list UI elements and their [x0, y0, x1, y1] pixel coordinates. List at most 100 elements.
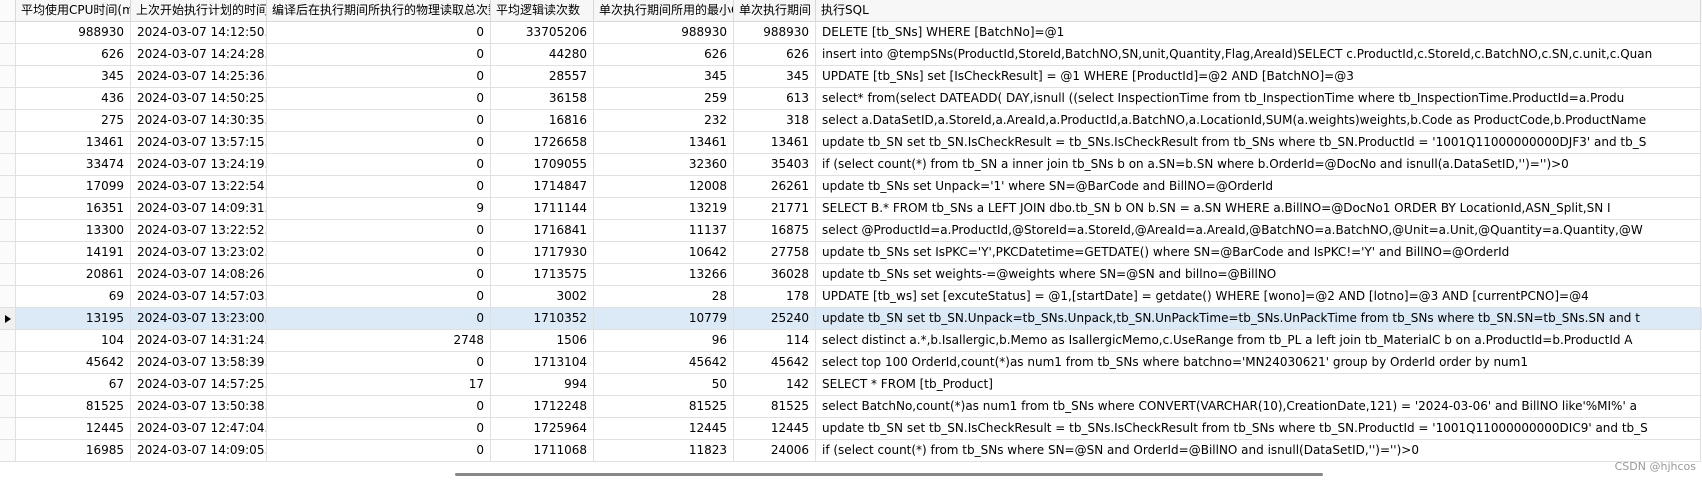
table-cell[interactable]: DELETE [tb_SNs] WHERE [BatchNo]=@1	[816, 22, 1701, 44]
table-row[interactable]: 815252024-03-07 13:50:38.770017122488152…	[0, 396, 1702, 418]
table-cell[interactable]: update tb_SN set tb_SN.IsCheckResult = t…	[816, 132, 1701, 154]
table-cell[interactable]: 2024-03-07 13:50:38.770	[131, 396, 267, 418]
table-cell[interactable]: select top 100 OrderId,count(*)as num1 f…	[816, 352, 1701, 374]
row-selector[interactable]	[0, 22, 16, 44]
table-cell[interactable]: 2024-03-07 13:57:15.307	[131, 132, 267, 154]
row-selector[interactable]	[0, 396, 16, 418]
table-cell[interactable]: 0	[267, 44, 491, 66]
table-row[interactable]: 163512024-03-07 14:09:31.647917111441321…	[0, 198, 1702, 220]
table-cell[interactable]: 13461	[16, 132, 131, 154]
table-cell[interactable]: 0	[267, 440, 491, 462]
table-cell[interactable]: 11137	[594, 220, 734, 242]
table-cell[interactable]: 0	[267, 66, 491, 88]
table-cell[interactable]: 2024-03-07 13:22:52.320	[131, 220, 267, 242]
table-cell[interactable]: 10779	[594, 308, 734, 330]
row-selector[interactable]	[0, 374, 16, 396]
table-cell[interactable]: 345	[734, 66, 816, 88]
table-cell[interactable]: 28	[594, 286, 734, 308]
table-cell[interactable]: 26261	[734, 176, 816, 198]
table-cell[interactable]: 35403	[734, 154, 816, 176]
table-cell[interactable]: update tb_SN set tb_SN.Unpack=tb_SNs.Unp…	[816, 308, 1701, 330]
table-cell[interactable]: 0	[267, 418, 491, 440]
table-cell[interactable]: 626	[734, 44, 816, 66]
table-cell[interactable]: select distinct a.*,b.Isallergic,b.Memo …	[816, 330, 1701, 352]
table-cell[interactable]: 0	[267, 242, 491, 264]
table-cell[interactable]: 45642	[594, 352, 734, 374]
table-cell[interactable]: 16985	[16, 440, 131, 462]
table-cell[interactable]: select* from(select DATEADD( DAY,isnull …	[816, 88, 1701, 110]
row-selector[interactable]	[0, 330, 16, 352]
table-cell[interactable]: 0	[267, 132, 491, 154]
table-cell[interactable]: 28557	[491, 66, 594, 88]
table-cell[interactable]: 626	[594, 44, 734, 66]
table-cell[interactable]: 1716841	[491, 220, 594, 242]
table-row[interactable]: 208612024-03-07 14:08:26.607017135751326…	[0, 264, 1702, 286]
table-cell[interactable]: 2024-03-07 14:50:25.010	[131, 88, 267, 110]
table-cell[interactable]: 1717930	[491, 242, 594, 264]
table-cell[interactable]: 0	[267, 176, 491, 198]
table-cell[interactable]: 13266	[594, 264, 734, 286]
table-cell[interactable]: 1713104	[491, 352, 594, 374]
table-cell[interactable]: 96	[594, 330, 734, 352]
table-cell[interactable]: 45642	[734, 352, 816, 374]
table-cell[interactable]: 12445	[16, 418, 131, 440]
table-cell[interactable]: 345	[594, 66, 734, 88]
table-cell[interactable]: 17099	[16, 176, 131, 198]
table-cell[interactable]: 33474	[16, 154, 131, 176]
row-selector[interactable]	[0, 418, 16, 440]
row-selector[interactable]	[0, 352, 16, 374]
table-cell[interactable]: 345	[16, 66, 131, 88]
table-cell[interactable]: 44280	[491, 44, 594, 66]
table-cell[interactable]: 0	[267, 220, 491, 242]
table-cell[interactable]: 11823	[594, 440, 734, 462]
table-row[interactable]: 2752024-03-07 14:30:35.903016816232318se…	[0, 110, 1702, 132]
table-cell[interactable]: 69	[16, 286, 131, 308]
table-cell[interactable]: 0	[267, 352, 491, 374]
table-row[interactable]: 6262024-03-07 14:24:28.380044280626626in…	[0, 44, 1702, 66]
row-selector[interactable]	[0, 132, 16, 154]
table-cell[interactable]: select a.DataSetID,a.StoreId,a.AreaId,a.…	[816, 110, 1701, 132]
table-cell[interactable]: 81525	[16, 396, 131, 418]
table-cell[interactable]: 178	[734, 286, 816, 308]
table-row[interactable]: 169852024-03-07 14:09:05.120017110681182…	[0, 440, 1702, 462]
table-cell[interactable]: 21771	[734, 198, 816, 220]
table-cell[interactable]: 988930	[734, 22, 816, 44]
table-cell[interactable]: 17	[267, 374, 491, 396]
table-row[interactable]: 692024-03-07 14:57:03.1400300228178UPDAT…	[0, 286, 1702, 308]
table-cell[interactable]: 25240	[734, 308, 816, 330]
row-selector[interactable]	[0, 286, 16, 308]
scrollbar-thumb[interactable]	[455, 473, 1323, 476]
table-cell[interactable]: 1714847	[491, 176, 594, 198]
row-selector[interactable]	[0, 66, 16, 88]
table-cell[interactable]: 2024-03-07 14:24:28.380	[131, 44, 267, 66]
table-cell[interactable]: 2024-03-07 14:09:05.120	[131, 440, 267, 462]
table-cell[interactable]: 0	[267, 110, 491, 132]
table-cell[interactable]: 9	[267, 198, 491, 220]
table-cell[interactable]: 67	[16, 374, 131, 396]
horizontal-scrollbar[interactable]	[0, 464, 1702, 484]
table-cell[interactable]: SELECT B.* FROM tb_SNs a LEFT JOIN dbo.t…	[816, 198, 1701, 220]
table-cell[interactable]: 13195	[16, 308, 131, 330]
table-cell[interactable]: 2024-03-07 14:08:26.607	[131, 264, 267, 286]
table-cell[interactable]: 2024-03-07 13:23:02.140	[131, 242, 267, 264]
table-cell[interactable]: 2024-03-07 13:24:19.480	[131, 154, 267, 176]
table-cell[interactable]: 2748	[267, 330, 491, 352]
table-cell[interactable]: 2024-03-07 13:22:54.813	[131, 176, 267, 198]
table-cell[interactable]: 988930	[594, 22, 734, 44]
table-row[interactable]: 9889302024-03-07 14:12:50.24003370520698…	[0, 22, 1702, 44]
table-cell[interactable]: 27758	[734, 242, 816, 264]
table-cell[interactable]: 1726658	[491, 132, 594, 154]
row-selector[interactable]	[0, 308, 16, 330]
table-row[interactable]: 141912024-03-07 13:23:02.140017179301064…	[0, 242, 1702, 264]
table-cell[interactable]: 2024-03-07 14:12:50.240	[131, 22, 267, 44]
table-cell[interactable]: 45642	[16, 352, 131, 374]
table-row[interactable]: 170992024-03-07 13:22:54.813017148471200…	[0, 176, 1702, 198]
table-cell[interactable]: 2024-03-07 14:57:03.140	[131, 286, 267, 308]
table-cell[interactable]: 142	[734, 374, 816, 396]
table-cell[interactable]: UPDATE [tb_SNs] set [IsCheckResult] = @1…	[816, 66, 1701, 88]
table-cell[interactable]: select @ProductId=a.ProductId,@StoreId=a…	[816, 220, 1701, 242]
table-cell[interactable]: 32360	[594, 154, 734, 176]
table-cell[interactable]: 81525	[594, 396, 734, 418]
table-cell[interactable]: 275	[16, 110, 131, 132]
table-cell[interactable]: 2024-03-07 13:58:39.407	[131, 352, 267, 374]
